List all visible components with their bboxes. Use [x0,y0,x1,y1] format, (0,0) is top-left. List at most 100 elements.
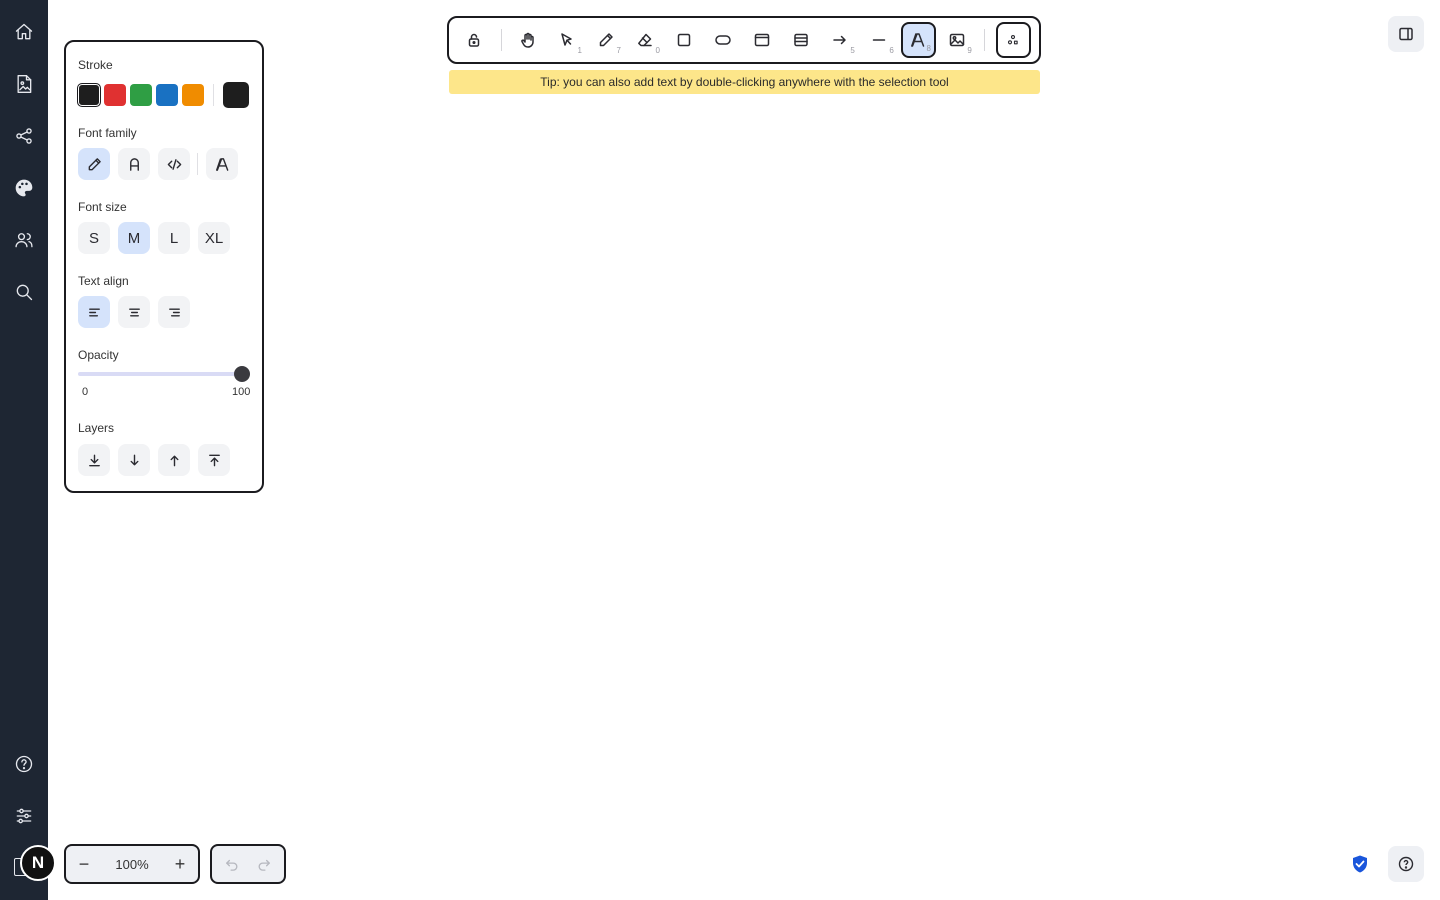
divider [213,84,214,106]
divider [197,153,198,175]
text-tool-key: 8 [926,44,931,53]
toolbar-divider [983,29,985,51]
frame-tool[interactable] [745,22,780,58]
bring-forward-button[interactable] [158,444,190,476]
shield-check-icon[interactable] [1350,854,1370,874]
align-right-button[interactable] [158,296,190,328]
text-align-row [78,296,198,328]
opacity-slider-thumb[interactable] [234,366,250,382]
more-shapes-button[interactable] [995,22,1031,58]
align-right-icon [168,308,180,316]
palette-icon[interactable] [8,172,40,204]
opacity-max-label: 100 [232,386,251,398]
opacity-min-label: 0 [82,386,89,398]
properties-panel: Stroke Font family Font size S M L XL Te… [64,40,264,493]
arrow-tool[interactable]: 5 [823,22,858,58]
stroke-color-green[interactable] [130,84,152,106]
left-rail [0,0,48,900]
search-icon[interactable] [8,276,40,308]
code-icon [167,158,181,170]
rectangle-tool[interactable] [667,22,702,58]
arrow-up-icon [170,455,178,466]
font-family-label: Font family [78,126,137,140]
stroke-color-black[interactable] [77,83,101,107]
font-family-row [78,148,246,180]
font-normal-icon [129,157,139,171]
send-to-back-button[interactable] [78,444,110,476]
stroke-custom-color[interactable] [223,82,249,108]
align-left-icon [88,308,100,316]
select-tool[interactable]: 1 [550,22,585,58]
font-size-m[interactable]: M [118,222,150,254]
font-normal-button[interactable] [118,148,150,180]
zoom-level[interactable]: 100% [115,857,148,872]
align-center-icon [128,308,140,316]
eraser-tool-key: 0 [655,46,660,55]
opacity-label: Opacity [78,348,119,362]
font-size-label: Font size [78,200,127,214]
eraser-tool[interactable]: 0 [628,22,663,58]
arrow-tool-key: 5 [850,46,855,55]
table-tool[interactable] [784,22,819,58]
ellipse-tool[interactable] [706,22,741,58]
font-size-l[interactable]: L [158,222,190,254]
text-tool[interactable]: 8 [900,22,936,58]
pencil-icon [88,157,101,170]
layers-row [78,444,238,476]
line-tool-key: 6 [889,46,894,55]
font-handwritten-button[interactable] [78,148,110,180]
image-tool[interactable]: 9 [940,22,975,58]
stroke-color-orange[interactable] [182,84,204,106]
line-tool[interactable]: 6 [862,22,897,58]
align-left-button[interactable] [78,296,110,328]
font-a-icon [215,157,228,171]
help-button[interactable] [1388,846,1424,882]
font-size-row: S M L XL [78,222,238,254]
help-icon[interactable] [8,748,40,780]
font-more-button[interactable] [206,148,238,180]
undo-icon [226,859,238,871]
hand-tool[interactable] [511,22,546,58]
select-tool-key: 1 [577,46,582,55]
users-icon[interactable] [8,224,40,256]
sidebar-toggle-button[interactable] [1388,16,1424,52]
settings-sliders-icon[interactable] [8,800,40,832]
tip-banner: Tip: you can also add text by double-cli… [449,70,1040,94]
send-backward-button[interactable] [118,444,150,476]
pencil-tool[interactable]: 7 [589,22,624,58]
arrow-down-icon [130,454,138,465]
help-icon [1398,856,1414,872]
stroke-label: Stroke [78,58,113,72]
toolbar-divider [500,29,502,51]
font-code-button[interactable] [158,148,190,180]
zoom-out-button[interactable]: − [72,852,96,876]
image-document-icon[interactable] [8,68,40,100]
avatar-initial: N [31,853,45,872]
redo-button[interactable] [250,850,278,878]
text-align-label: Text align [78,274,129,288]
layers-label: Layers [78,421,115,435]
opacity-slider[interactable] [78,366,250,382]
redo-icon [258,859,270,871]
font-size-s[interactable]: S [78,222,110,254]
image-tool-key: 9 [967,46,972,55]
panel-icon [1399,27,1413,41]
bring-to-front-icon [208,454,220,466]
font-size-xl[interactable]: XL [198,222,230,254]
stroke-color-red[interactable] [104,84,126,106]
lock-icon[interactable] [457,22,492,58]
undo-redo-controls [210,844,286,884]
stroke-color-row [77,82,253,108]
bring-to-front-button[interactable] [198,444,230,476]
home-icon[interactable] [8,16,40,48]
avatar[interactable]: N [20,845,56,881]
drawing-toolbar: 1 7 0 5 6 8 9 [447,16,1041,64]
stroke-color-blue[interactable] [156,84,178,106]
share-icon[interactable] [8,120,40,152]
undo-button[interactable] [218,850,246,878]
zoom-controls: − 100% + [64,844,200,884]
zoom-in-button[interactable]: + [168,852,192,876]
app: N 1 7 0 5 6 8 9 Tip: you can also add te… [0,0,1440,900]
align-center-button[interactable] [118,296,150,328]
pencil-tool-key: 7 [616,46,621,55]
